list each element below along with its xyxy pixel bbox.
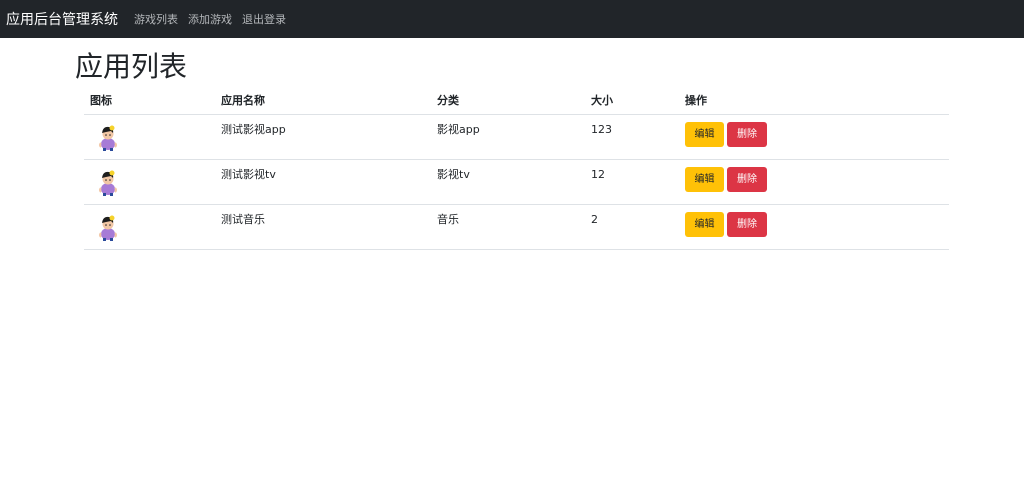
delete-button[interactable]: 删除 <box>727 212 767 237</box>
nav-link-game-list[interactable]: 游戏列表 <box>134 11 178 27</box>
top-navbar: 应用后台管理系统 游戏列表 添加游戏 退出登录 <box>0 0 1024 38</box>
delete-button[interactable]: 删除 <box>727 122 767 147</box>
page-title: 应用列表 <box>75 50 188 83</box>
app-icon <box>99 170 117 196</box>
app-size: 2 <box>591 213 598 226</box>
nav-link-add-game[interactable]: 添加游戏 <box>188 11 232 27</box>
app-name: 测试音乐 <box>221 213 265 226</box>
app-category: 影视app <box>437 123 480 136</box>
app-name: 测试影视app <box>221 123 286 136</box>
table-header-row: 图标 应用名称 分类 大小 操作 <box>84 91 949 115</box>
header-category: 分类 <box>437 94 459 107</box>
navbar-brand[interactable]: 应用后台管理系统 <box>6 9 118 29</box>
header-icon: 图标 <box>90 94 112 107</box>
edit-button[interactable]: 编辑 <box>685 122 724 147</box>
app-table: 图标 应用名称 分类 大小 操作 测试影视app 影视app 123 编辑 删除 <box>84 91 949 250</box>
app-size: 12 <box>591 168 605 181</box>
header-app-name: 应用名称 <box>221 94 265 107</box>
app-name: 测试影视tv <box>221 168 276 181</box>
delete-button[interactable]: 删除 <box>727 167 767 192</box>
table-row: 测试影视app 影视app 123 编辑 删除 <box>84 115 949 160</box>
nav-link-logout[interactable]: 退出登录 <box>242 11 286 27</box>
app-size: 123 <box>591 123 612 136</box>
edit-button[interactable]: 编辑 <box>685 167 724 192</box>
header-actions: 操作 <box>685 94 707 107</box>
app-category: 音乐 <box>437 213 459 226</box>
edit-button[interactable]: 编辑 <box>685 212 724 237</box>
app-icon <box>99 215 117 241</box>
table-row: 测试音乐 音乐 2 编辑 删除 <box>84 205 949 250</box>
table-row: 测试影视tv 影视tv 12 编辑 删除 <box>84 160 949 205</box>
app-icon <box>99 125 117 151</box>
app-category: 影视tv <box>437 168 470 181</box>
header-size: 大小 <box>591 94 613 107</box>
